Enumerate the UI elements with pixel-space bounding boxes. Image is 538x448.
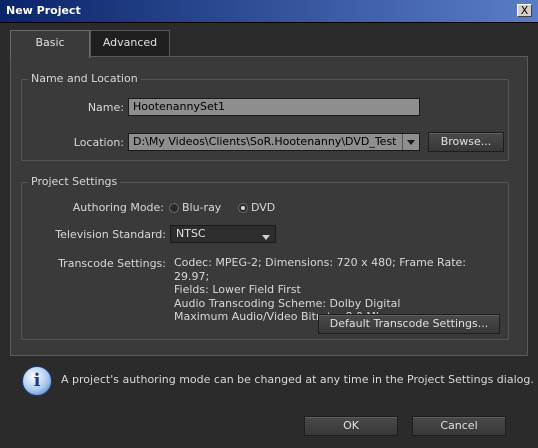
ok-button[interactable]: OK bbox=[304, 416, 398, 436]
tab-advanced[interactable]: Advanced bbox=[90, 30, 170, 56]
radio-dvd[interactable] bbox=[238, 203, 248, 213]
transcode-line: Fields: Lower Field First bbox=[174, 283, 301, 296]
radio-blu-ray[interactable] bbox=[169, 203, 179, 213]
location-dropdown[interactable]: D:\My Videos\Clients\SoR.Hootenanny\DVD_… bbox=[128, 133, 420, 151]
default-transcode-settings-button[interactable]: Default Transcode Settings... bbox=[318, 314, 500, 334]
group-label-name-location: Name and Location bbox=[28, 72, 141, 85]
transcode-line: Codec: MPEG-2; Dimensions: 720 x 480; Fr… bbox=[174, 256, 466, 283]
close-button[interactable]: X bbox=[517, 4, 532, 17]
chevron-down-icon[interactable] bbox=[262, 231, 270, 243]
transcode-settings-label: Transcode Settings: bbox=[58, 257, 166, 270]
location-label: Location: bbox=[73, 136, 124, 149]
name-label: Name: bbox=[87, 101, 124, 114]
name-field[interactable]: HootenannySet1 bbox=[128, 98, 420, 116]
cancel-button[interactable]: Cancel bbox=[412, 416, 506, 436]
television-standard-value: NTSC bbox=[176, 227, 206, 240]
authoring-mode-label: Authoring Mode: bbox=[72, 201, 164, 214]
group-label-project-settings: Project Settings bbox=[28, 175, 121, 188]
television-standard-dropdown[interactable]: NTSC bbox=[170, 225, 276, 243]
location-value: D:\My Videos\Clients\SoR.Hootenanny\DVD_… bbox=[133, 135, 397, 148]
chevron-down-icon[interactable] bbox=[402, 134, 419, 150]
basic-panel: Name and Location Name: HootenannySet1 L… bbox=[10, 56, 528, 356]
tab-basic[interactable]: Basic bbox=[10, 30, 90, 58]
browse-button[interactable]: Browse... bbox=[428, 132, 504, 152]
radio-blu-ray-label[interactable]: Blu-ray bbox=[182, 201, 221, 214]
name-location-group: Name and Location Name: HootenannySet1 L… bbox=[21, 72, 509, 161]
television-standard-label: Television Standard: bbox=[55, 228, 166, 241]
info-icon: i bbox=[22, 366, 52, 396]
title-bar: New Project X bbox=[0, 0, 538, 23]
transcode-line: Audio Transcoding Scheme: Dolby Digital bbox=[174, 296, 401, 310]
info-message: A project's authoring mode can be change… bbox=[61, 373, 534, 386]
radio-dvd-label[interactable]: DVD bbox=[251, 201, 275, 214]
window-title: New Project bbox=[6, 4, 81, 17]
project-settings-group: Project Settings Authoring Mode: Blu-ray… bbox=[21, 175, 509, 340]
